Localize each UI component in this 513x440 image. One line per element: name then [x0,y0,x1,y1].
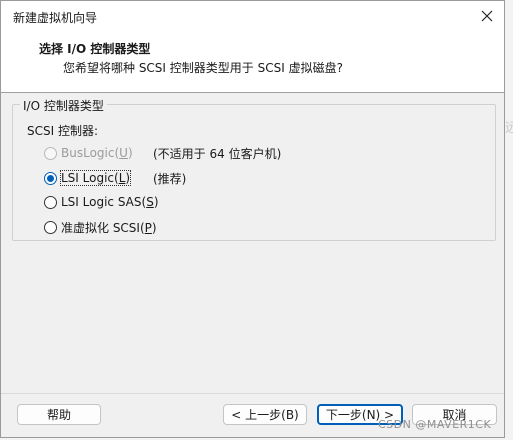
radio-label-buslogic: BusLogic(U) [61,146,133,160]
radio-circle[interactable] [44,220,57,234]
radio-paravirtual-scsi[interactable]: 准虚拟化 SCSI(P) [44,218,157,236]
watermark-text: CSDN @MAVER1CK [378,418,492,431]
page-subtitle: 您希望将哪种 SCSI 控制器类型用于 SCSI 虚拟磁盘? [63,61,343,75]
groupbox-legend: I/O 控制器类型 [20,97,107,114]
wizard-header: 选择 I/O 控制器类型 您希望将哪种 SCSI 控制器类型用于 SCSI 虚拟… [1,31,504,93]
back-button[interactable]: < 上一步(B) [223,404,307,425]
radio-label-lsi-logic: LSI Logic(L) [59,170,132,186]
new-vm-wizard-dialog: 新建虚拟机向导 选择 I/O 控制器类型 您希望将哪种 SCSI 控制器类型用于… [0,0,505,438]
scsi-controller-label: SCSI 控制器: [27,124,99,138]
close-icon [481,10,493,22]
radio-circle[interactable] [44,146,57,160]
title-bar[interactable]: 新建虚拟机向导 [1,1,504,32]
radio-lsi-logic[interactable]: LSI Logic(L) [44,169,132,187]
close-button[interactable] [470,1,504,31]
note-buslogic: (不适用于 64 位客户机) [153,147,282,161]
window-title: 新建虚拟机向导 [13,11,98,25]
radio-label-paravirtual-scsi: 准虚拟化 SCSI(P) [61,220,157,235]
background-text: 远 [505,121,513,136]
radio-circle[interactable] [44,171,57,185]
radio-circle[interactable] [44,195,57,209]
radio-buslogic[interactable]: BusLogic(U) [44,144,133,162]
help-button[interactable]: 帮助 [17,404,101,425]
page-title: 选择 I/O 控制器类型 [39,42,151,56]
footer-divider [1,393,504,394]
note-lsi-logic: (推荐) [153,172,187,186]
radio-lsi-logic-sas[interactable]: LSI Logic SAS(S) [44,193,159,211]
radio-label-lsi-logic-sas: LSI Logic SAS(S) [61,195,159,209]
